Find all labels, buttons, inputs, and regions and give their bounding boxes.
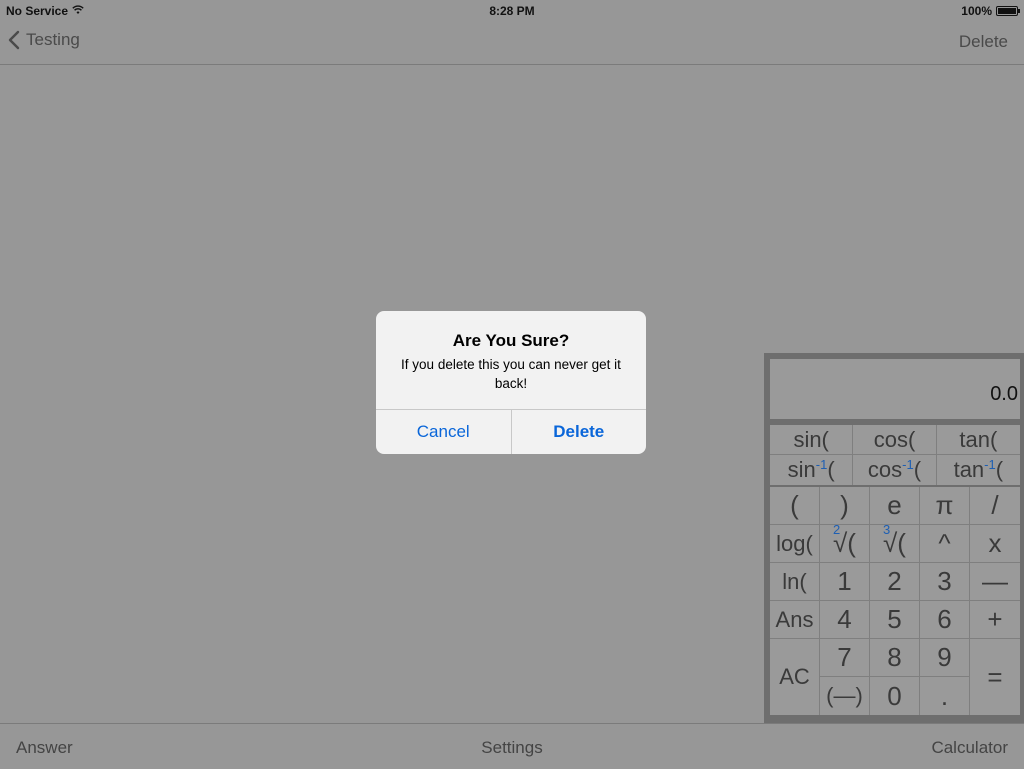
minus-key[interactable]: — <box>970 563 1020 601</box>
cube-root-index: 3 <box>883 522 891 537</box>
digit-3-key[interactable]: 3 <box>920 563 970 601</box>
digit-5-key[interactable]: 5 <box>870 601 920 639</box>
tan-key[interactable]: tan( <box>936 425 1020 455</box>
cube-root-icon: 3 √( <box>883 522 906 559</box>
sin-key[interactable]: sin( <box>770 425 854 455</box>
plus-key[interactable]: + <box>970 601 1020 639</box>
pi-key[interactable]: π <box>920 487 970 525</box>
trig-keypad: sin( cos( tan( sin -1( cos -1( tan -1( <box>770 425 1020 485</box>
main-keypad: ( ) e π / log( 2 √( 3 √( ^ x ln( 1 2 3 — A… <box>770 487 1020 715</box>
arccos-paren: ( <box>913 457 922 482</box>
ln-key[interactable]: ln( <box>770 563 820 601</box>
back-label: Testing <box>26 30 80 49</box>
tan-label: tan( <box>959 426 998 452</box>
alert-message: If you delete this you can never get it … <box>401 357 621 391</box>
ans-key[interactable]: Ans <box>770 601 820 639</box>
arcsin-key[interactable]: sin -1( <box>770 455 854 485</box>
equals-key[interactable]: = <box>970 639 1020 715</box>
confirm-delete-button[interactable]: Delete <box>510 410 647 454</box>
arctan-label: tan <box>953 457 985 482</box>
status-time: 8:28 PM <box>489 4 535 18</box>
arctan-paren: ( <box>995 457 1004 482</box>
square-root-index: 2 <box>833 522 841 537</box>
digit-4-key[interactable]: 4 <box>820 601 870 639</box>
delete-confirmation-alert: Are You Sure? If you delete this you can… <box>376 311 646 454</box>
arcsin-label: sin <box>787 457 816 482</box>
arctan-key[interactable]: tan -1( <box>937 455 1020 485</box>
battery-icon <box>996 6 1020 16</box>
arccos-label: cos <box>867 457 903 482</box>
calculator-panel: 0.0 sin( cos( tan( sin -1( cos -1( tan -1( … <box>764 353 1024 723</box>
power-key[interactable]: ^ <box>920 525 970 563</box>
tab-settings[interactable]: Settings <box>0 738 1024 758</box>
cos-label: cos( <box>873 426 916 452</box>
open-paren-key[interactable]: ( <box>770 487 820 525</box>
alert-button-row: Cancel Delete <box>376 409 646 454</box>
close-paren-key[interactable]: ) <box>820 487 870 525</box>
digit-6-key[interactable]: 6 <box>920 601 970 639</box>
alert-title: Are You Sure? <box>452 331 570 350</box>
multiply-key[interactable]: x <box>970 525 1020 563</box>
battery-percent: 100% <box>961 4 992 18</box>
cube-root-key[interactable]: 3 √( <box>870 522 920 563</box>
digit-8-key[interactable]: 8 <box>870 639 920 677</box>
e-key[interactable]: e <box>870 487 920 525</box>
digit-9-key[interactable]: 9 <box>920 639 970 677</box>
cancel-button[interactable]: Cancel <box>376 410 511 454</box>
cos-key[interactable]: cos( <box>853 425 937 455</box>
calculator-display: 0.0 <box>770 359 1020 419</box>
sin-label: sin( <box>793 426 829 452</box>
all-clear-key[interactable]: AC <box>770 639 820 715</box>
arcsin-paren: ( <box>827 457 835 482</box>
status-bar: No Service 8:28 PM 100% <box>0 0 1024 22</box>
digit-0-key[interactable]: 0 <box>870 677 920 715</box>
square-root-key[interactable]: 2 √( <box>820 522 870 563</box>
arctan-sup: -1 <box>984 456 996 472</box>
back-button[interactable]: Testing <box>8 30 80 50</box>
tab-bar: Answer Settings Calculator <box>0 723 1024 769</box>
digit-1-key[interactable]: 1 <box>820 563 870 601</box>
chevron-left-icon <box>8 30 20 50</box>
digit-2-key[interactable]: 2 <box>870 563 920 601</box>
digit-7-key[interactable]: 7 <box>820 639 870 677</box>
negate-key[interactable]: (—) <box>820 677 870 715</box>
arcsin-sup: -1 <box>815 456 828 472</box>
arccos-key[interactable]: cos -1( <box>853 455 937 485</box>
tab-calculator[interactable]: Calculator <box>931 738 1008 758</box>
log-key[interactable]: log( <box>770 525 820 563</box>
square-root-icon: 2 √( <box>833 522 856 559</box>
arccos-sup: -1 <box>902 456 914 472</box>
nav-delete-button[interactable]: Delete <box>959 32 1008 52</box>
status-right: 100% <box>961 4 1020 18</box>
divide-key[interactable]: / <box>970 487 1020 525</box>
navigation-bar: Testing Delete <box>0 22 1024 65</box>
decimal-key[interactable]: . <box>920 677 970 715</box>
